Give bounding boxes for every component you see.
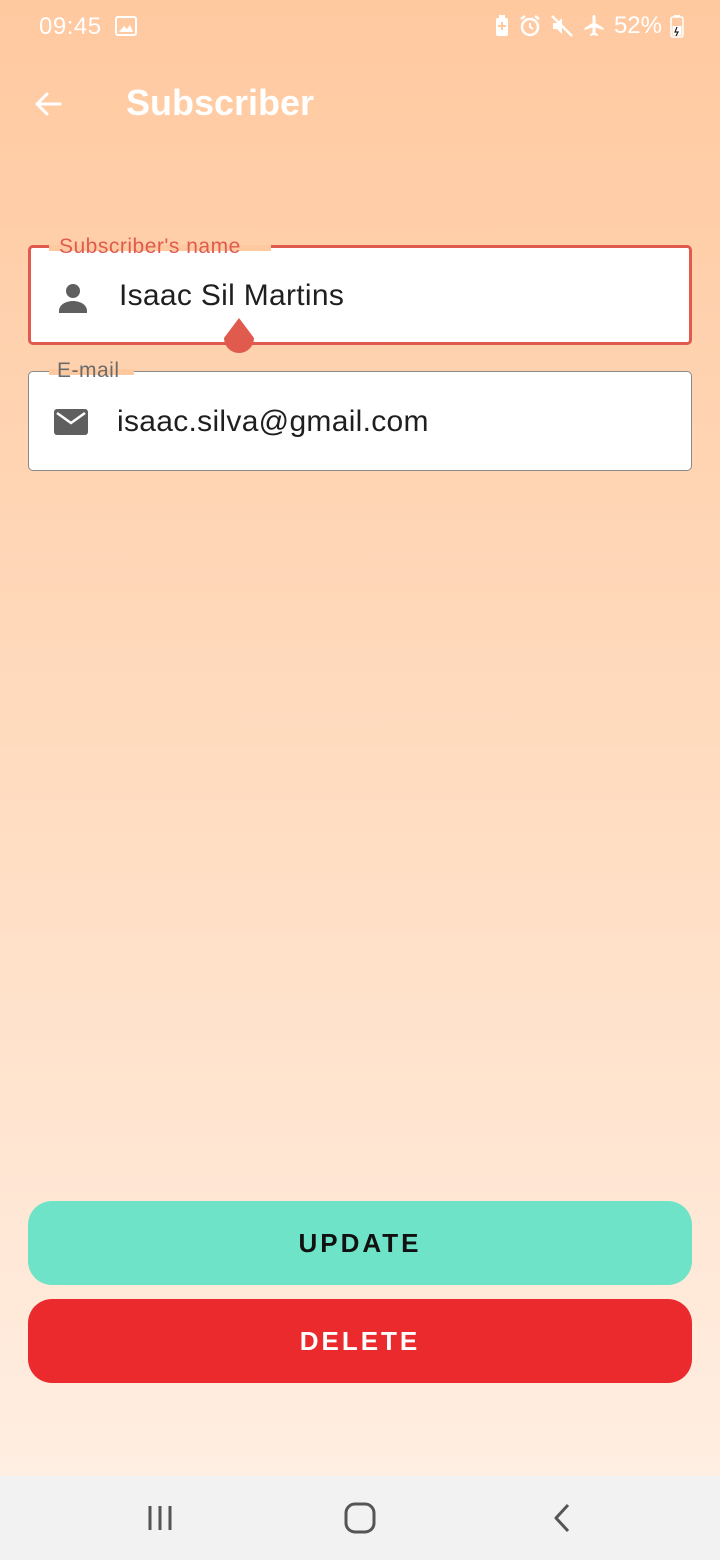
nav-back-button[interactable] [538, 1494, 586, 1542]
subscriber-name-label: Subscriber's name [59, 235, 241, 258]
update-button[interactable]: UPDATE [28, 1201, 692, 1285]
email-field[interactable]: E-mail isaac.silva@gmail.com [28, 359, 692, 471]
arrow-left-icon [35, 92, 62, 116]
recent-apps-icon [148, 1506, 172, 1530]
battery-icon [670, 15, 684, 38]
subscriber-name-input[interactable]: Isaac Sil Martins [119, 279, 344, 313]
battery-saver-icon [495, 15, 508, 36]
text-cursor-handle[interactable] [221, 318, 257, 360]
subscriber-name-field[interactable]: Subscriber's name Isaac Sil Martins [28, 235, 692, 345]
page-title: Subscriber [126, 82, 315, 123]
delete-button[interactable]: DELETE [28, 1299, 692, 1383]
battery-percentage: 52% [613, 12, 662, 39]
status-icons: 52% [494, 12, 684, 40]
mail-icon [54, 409, 88, 435]
home-icon [344, 1502, 376, 1534]
mute-icon [551, 15, 573, 37]
recent-apps-button[interactable] [136, 1494, 184, 1542]
gallery-icon [115, 16, 137, 36]
person-icon [59, 284, 87, 313]
app-bar: Subscriber [0, 56, 720, 152]
back-button[interactable] [22, 78, 74, 130]
airplane-icon [584, 15, 604, 36]
back-icon [554, 1503, 570, 1533]
status-bar: 09:45 52% [0, 0, 720, 56]
email-input[interactable]: isaac.silva@gmail.com [117, 405, 429, 439]
home-button[interactable] [336, 1494, 384, 1542]
system-nav-bar [0, 1476, 720, 1560]
status-time: 09:45 [39, 13, 102, 40]
email-label: E-mail [57, 359, 120, 382]
alarm-icon [520, 15, 540, 37]
